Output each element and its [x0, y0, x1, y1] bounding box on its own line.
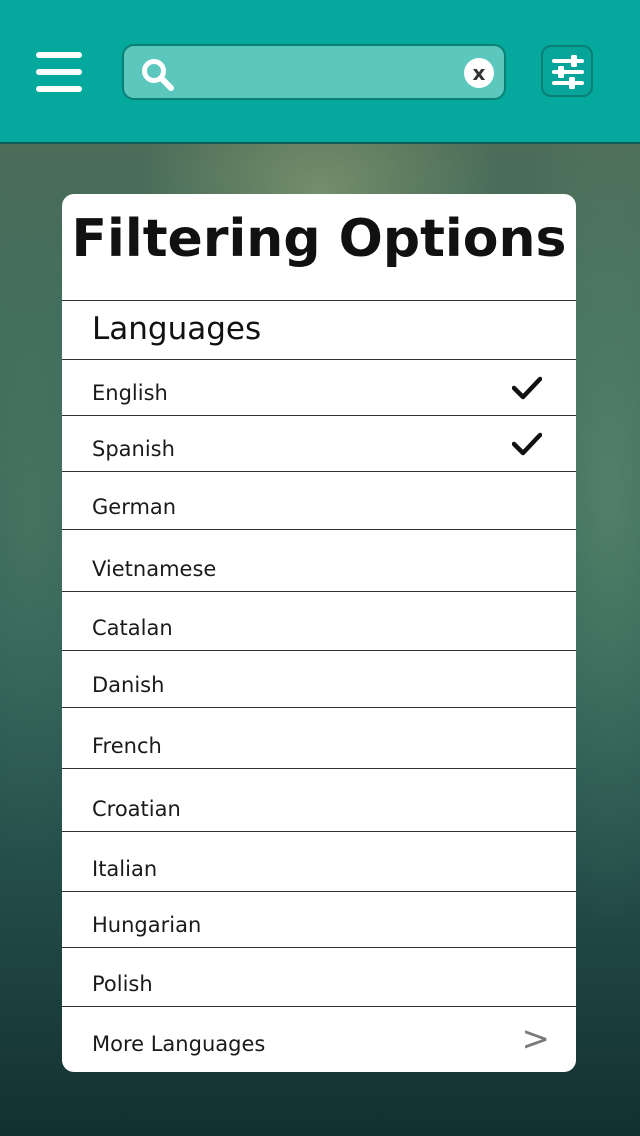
language-option-vietnamese[interactable]: Vietnamese [62, 529, 576, 591]
language-option-catalan[interactable]: Catalan [62, 591, 576, 650]
language-option-german[interactable]: German [62, 471, 576, 529]
search-box[interactable]: x [122, 44, 506, 100]
filter-settings-button[interactable] [541, 45, 593, 97]
clear-icon[interactable]: x [464, 58, 494, 88]
hamburger-menu-icon[interactable] [36, 52, 84, 92]
top-bar: x [0, 0, 640, 144]
language-label: Italian [92, 857, 158, 881]
language-label: Danish [92, 673, 165, 697]
language-option-croatian[interactable]: Croatian [62, 768, 576, 831]
checkmark-icon [512, 432, 542, 456]
language-label: Croatian [92, 797, 181, 821]
language-option-polish[interactable]: Polish [62, 947, 576, 1006]
language-option-spanish[interactable]: Spanish [62, 415, 576, 471]
language-label: Polish [92, 972, 153, 996]
menu-bar [36, 69, 82, 75]
menu-bar [36, 86, 82, 92]
language-label: Spanish [92, 437, 175, 461]
language-option-hungarian[interactable]: Hungarian [62, 891, 576, 947]
search-input[interactable] [188, 54, 452, 94]
checkmark-icon [512, 376, 542, 400]
language-label: English [92, 381, 168, 405]
more-languages-label: More Languages [92, 1032, 266, 1056]
language-label: German [92, 495, 177, 519]
language-label: Vietnamese [92, 557, 217, 581]
section-header-languages: Languages [62, 300, 576, 359]
section-label: Languages [92, 311, 262, 347]
language-option-danish[interactable]: Danish [62, 650, 576, 707]
language-option-italian[interactable]: Italian [62, 831, 576, 891]
panel-title: Filtering Options [71, 209, 567, 269]
more-languages-row[interactable]: More Languages > [62, 1006, 576, 1072]
chevron-right-icon: > [521, 1019, 551, 1059]
search-icon [142, 59, 174, 91]
language-label: French [92, 734, 162, 758]
language-label: Catalan [92, 616, 173, 640]
sliders-icon [552, 55, 584, 89]
menu-bar [36, 52, 82, 58]
language-label: Hungarian [92, 913, 202, 937]
filtering-options-panel: Filtering Options Languages English Span… [62, 194, 576, 1072]
language-option-french[interactable]: French [62, 707, 576, 768]
language-option-english[interactable]: English [62, 359, 576, 415]
